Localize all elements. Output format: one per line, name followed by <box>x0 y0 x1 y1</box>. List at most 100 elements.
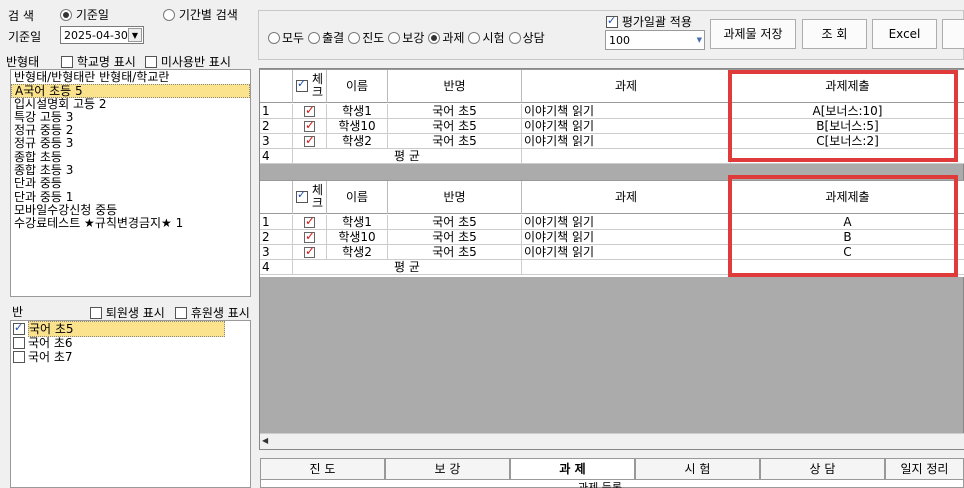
class-type-item[interactable]: 반형태/반형태란 반형태/학교란 <box>11 70 250 84</box>
filter-radio-6[interactable]: 상담 <box>508 31 545 45</box>
radio-icon[interactable] <box>268 32 280 44</box>
filter-radio-1[interactable]: 출결 <box>308 31 344 45</box>
checkbox-icon[interactable] <box>606 14 618 28</box>
filter-radio-5[interactable]: 시험 <box>468 31 505 45</box>
radio-base-date[interactable]: 기준일 <box>60 6 109 23</box>
filter-radio-label: 보강 <box>402 31 425 45</box>
row-check-icon[interactable] <box>304 245 315 258</box>
header-check[interactable]: 체크 <box>293 181 327 214</box>
filter-radio-3[interactable]: 보강 <box>388 31 424 45</box>
radio-period-search[interactable]: 기간별 검색 <box>163 6 238 23</box>
radio-icon[interactable] <box>428 32 441 44</box>
header-task[interactable]: 과제 <box>522 181 731 214</box>
dropdown-arrow-icon[interactable]: ▼ <box>128 28 142 42</box>
row-check-icon[interactable] <box>304 230 315 243</box>
show-withdrawn-check[interactable]: 퇴원생 표시 <box>90 304 165 321</box>
tab-3[interactable]: 시 험 <box>635 458 760 480</box>
row-check-cell[interactable] <box>293 134 327 149</box>
search-label: 검 색 <box>8 9 34 23</box>
bulk-value-combo[interactable]: 100 ▼ <box>605 30 705 50</box>
radio-icon[interactable] <box>508 32 521 44</box>
check-all-icon[interactable] <box>296 189 308 203</box>
ban-list-item[interactable]: 국어 초5 <box>11 321 250 337</box>
row-task: 이야기책 읽기 <box>522 215 731 230</box>
filter-radio-0[interactable]: 모두 <box>268 31 304 45</box>
radio-icon[interactable] <box>60 9 72 21</box>
row-check-cell[interactable] <box>293 245 327 260</box>
horizontal-scrollbar[interactable]: ◀ <box>260 433 964 449</box>
filter-radio-2[interactable]: 진도 <box>348 31 384 45</box>
row-check-cell[interactable] <box>293 215 327 230</box>
class-type-item[interactable]: 단과 중등 <box>11 177 250 190</box>
show-school-name-check[interactable]: 학교명 표시 <box>61 53 136 70</box>
class-type-item[interactable]: 종합 초등 3 <box>11 163 250 177</box>
filter-radio-label: 과제 <box>442 31 465 45</box>
row-task: 이야기책 읽기 <box>522 245 731 260</box>
tab-5[interactable]: 일지 정리 <box>885 458 964 480</box>
radio-icon[interactable] <box>348 32 361 44</box>
close-button[interactable]: 닫 <box>942 19 964 49</box>
row-check-icon[interactable] <box>304 134 315 147</box>
class-type-item[interactable]: 정규 중등 3 <box>11 137 250 150</box>
excel-button[interactable]: Excel <box>872 19 937 49</box>
filter-radio-label: 출결 <box>322 31 345 45</box>
header-check[interactable]: 체크 <box>293 70 327 103</box>
header-task[interactable]: 과제 <box>522 70 731 103</box>
dropdown-arrow-icon[interactable]: ▼ <box>697 36 702 44</box>
query-button[interactable]: 조 회 <box>802 19 867 49</box>
header-row-no <box>260 70 293 103</box>
radio-icon[interactable] <box>388 32 401 44</box>
checkbox-icon[interactable] <box>145 56 157 68</box>
row-check-icon[interactable] <box>304 119 315 132</box>
checkbox-icon[interactable] <box>13 337 25 349</box>
row-check-icon[interactable] <box>304 215 315 228</box>
highlight-box-top <box>728 70 958 162</box>
tab-2[interactable]: 과 제 <box>510 458 635 480</box>
class-type-item[interactable]: 종합 초등 <box>11 150 250 164</box>
bulk-apply-label: 평가일괄 적용 <box>621 15 692 29</box>
date-picker[interactable]: 2025-04-30 ▼ <box>60 26 144 44</box>
class-type-item[interactable]: 단과 중등 1 <box>11 190 250 204</box>
class-type-item[interactable]: 정규 중등 2 <box>11 124 250 137</box>
checkbox-icon[interactable] <box>90 307 102 319</box>
show-suspended-check[interactable]: 휴원생 표시 <box>175 304 250 321</box>
class-type-item[interactable]: 입시설명회 고등 2 <box>11 97 250 111</box>
header-name[interactable]: 이름 <box>327 70 388 103</box>
row-ban: 국어 초5 <box>388 245 522 260</box>
row-check-icon[interactable] <box>304 104 315 117</box>
tab-4[interactable]: 상 담 <box>760 458 885 480</box>
radio-icon[interactable] <box>468 32 481 44</box>
checkbox-icon[interactable] <box>61 56 73 68</box>
ban-label: 반 <box>12 305 24 319</box>
ban-list-item[interactable]: 국어 초6 <box>11 337 250 351</box>
class-type-item[interactable]: 모바일수강신청 중등 <box>11 203 250 217</box>
class-type-item[interactable]: 특강 고등 3 <box>11 110 250 124</box>
scroll-left-icon[interactable]: ◀ <box>262 436 268 445</box>
row-check-cell[interactable] <box>293 119 327 134</box>
header-ban[interactable]: 반명 <box>388 181 522 214</box>
checkbox-icon[interactable] <box>175 307 187 319</box>
row-ban: 국어 초5 <box>388 104 522 119</box>
filter-radio-label: 모두 <box>282 31 305 45</box>
ban-list-item[interactable]: 국어 초7 <box>11 351 250 365</box>
radio-icon[interactable] <box>163 9 175 21</box>
header-ban[interactable]: 반명 <box>388 70 522 103</box>
class-type-list[interactable]: 반형태/반형태란 반형태/학교란 A국어 초등 5 입시설명회 고등 2 특강 고등 … <box>10 69 251 297</box>
bulk-apply-check[interactable]: 평가일괄 적용 <box>606 13 692 30</box>
filter-radio-4[interactable]: 과제 <box>428 31 464 45</box>
check-all-icon[interactable] <box>296 78 308 92</box>
row-check-cell[interactable] <box>293 104 327 119</box>
class-type-item[interactable]: 수강료테스트 ★규칙변경금지★ 1 <box>11 217 250 230</box>
row-ban: 국어 초5 <box>388 119 522 134</box>
tab-1[interactable]: 보 강 <box>385 458 510 480</box>
row-check-cell[interactable] <box>293 230 327 245</box>
tab-0[interactable]: 진 도 <box>260 458 385 480</box>
class-type-item[interactable]: A국어 초등 5 <box>11 84 250 98</box>
radio-icon[interactable] <box>308 32 321 44</box>
ban-list[interactable]: 국어 초5국어 초6국어 초7 <box>10 320 251 488</box>
header-name[interactable]: 이름 <box>327 181 388 214</box>
save-task-button[interactable]: 과제물 저장 <box>710 19 796 49</box>
checkbox-icon[interactable] <box>13 351 25 363</box>
show-unused-check[interactable]: 미사용반 표시 <box>145 53 231 70</box>
checkbox-icon[interactable] <box>13 321 25 335</box>
